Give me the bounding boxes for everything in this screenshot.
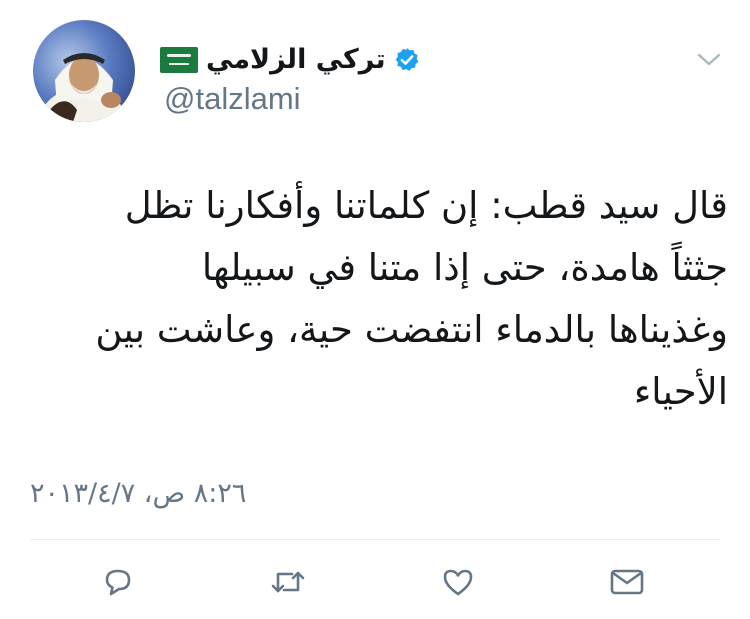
avatar[interactable] (33, 20, 135, 122)
direct-message-icon (610, 569, 644, 595)
reply-button[interactable] (98, 562, 138, 602)
saudi-flag-icon (160, 47, 198, 73)
like-icon (443, 569, 473, 596)
like-button[interactable] (438, 562, 478, 602)
tweet-timestamp[interactable]: ٨:٢٦ ص، ٢٠١٣/٤/٧ (30, 474, 246, 514)
tweet-text-line: الأحياء (633, 370, 728, 413)
tweet-text-line: قال سيد قطب: إن كلماتنا وأفكارنا تظل (124, 184, 728, 227)
tweet-text-line: جثثاً هامدة، حتى إذا متنا في سبيلها (201, 246, 728, 289)
user-handle[interactable]: @talzlami (164, 81, 301, 117)
verified-badge-icon (394, 47, 420, 73)
name-row: تركي الزلامي (160, 39, 420, 81)
divider (30, 539, 720, 540)
display-name[interactable]: تركي الزلامي (206, 39, 386, 81)
tweet-card: تركي الزلامي @talzlami قال سيد قطب: إن ك… (0, 0, 750, 619)
chevron-down-icon[interactable] (695, 50, 723, 70)
tweet-text-line: وغذيناها بالدماء انتفضت حية، وعاشت بين (95, 308, 728, 351)
retweet-button[interactable] (268, 562, 308, 602)
tweet-text: قال سيد قطب: إن كلماتنا وأفكارنا تظل جثث… (28, 175, 728, 423)
direct-message-button[interactable] (607, 562, 647, 602)
reply-icon (105, 569, 131, 596)
retweet-icon (271, 571, 305, 593)
